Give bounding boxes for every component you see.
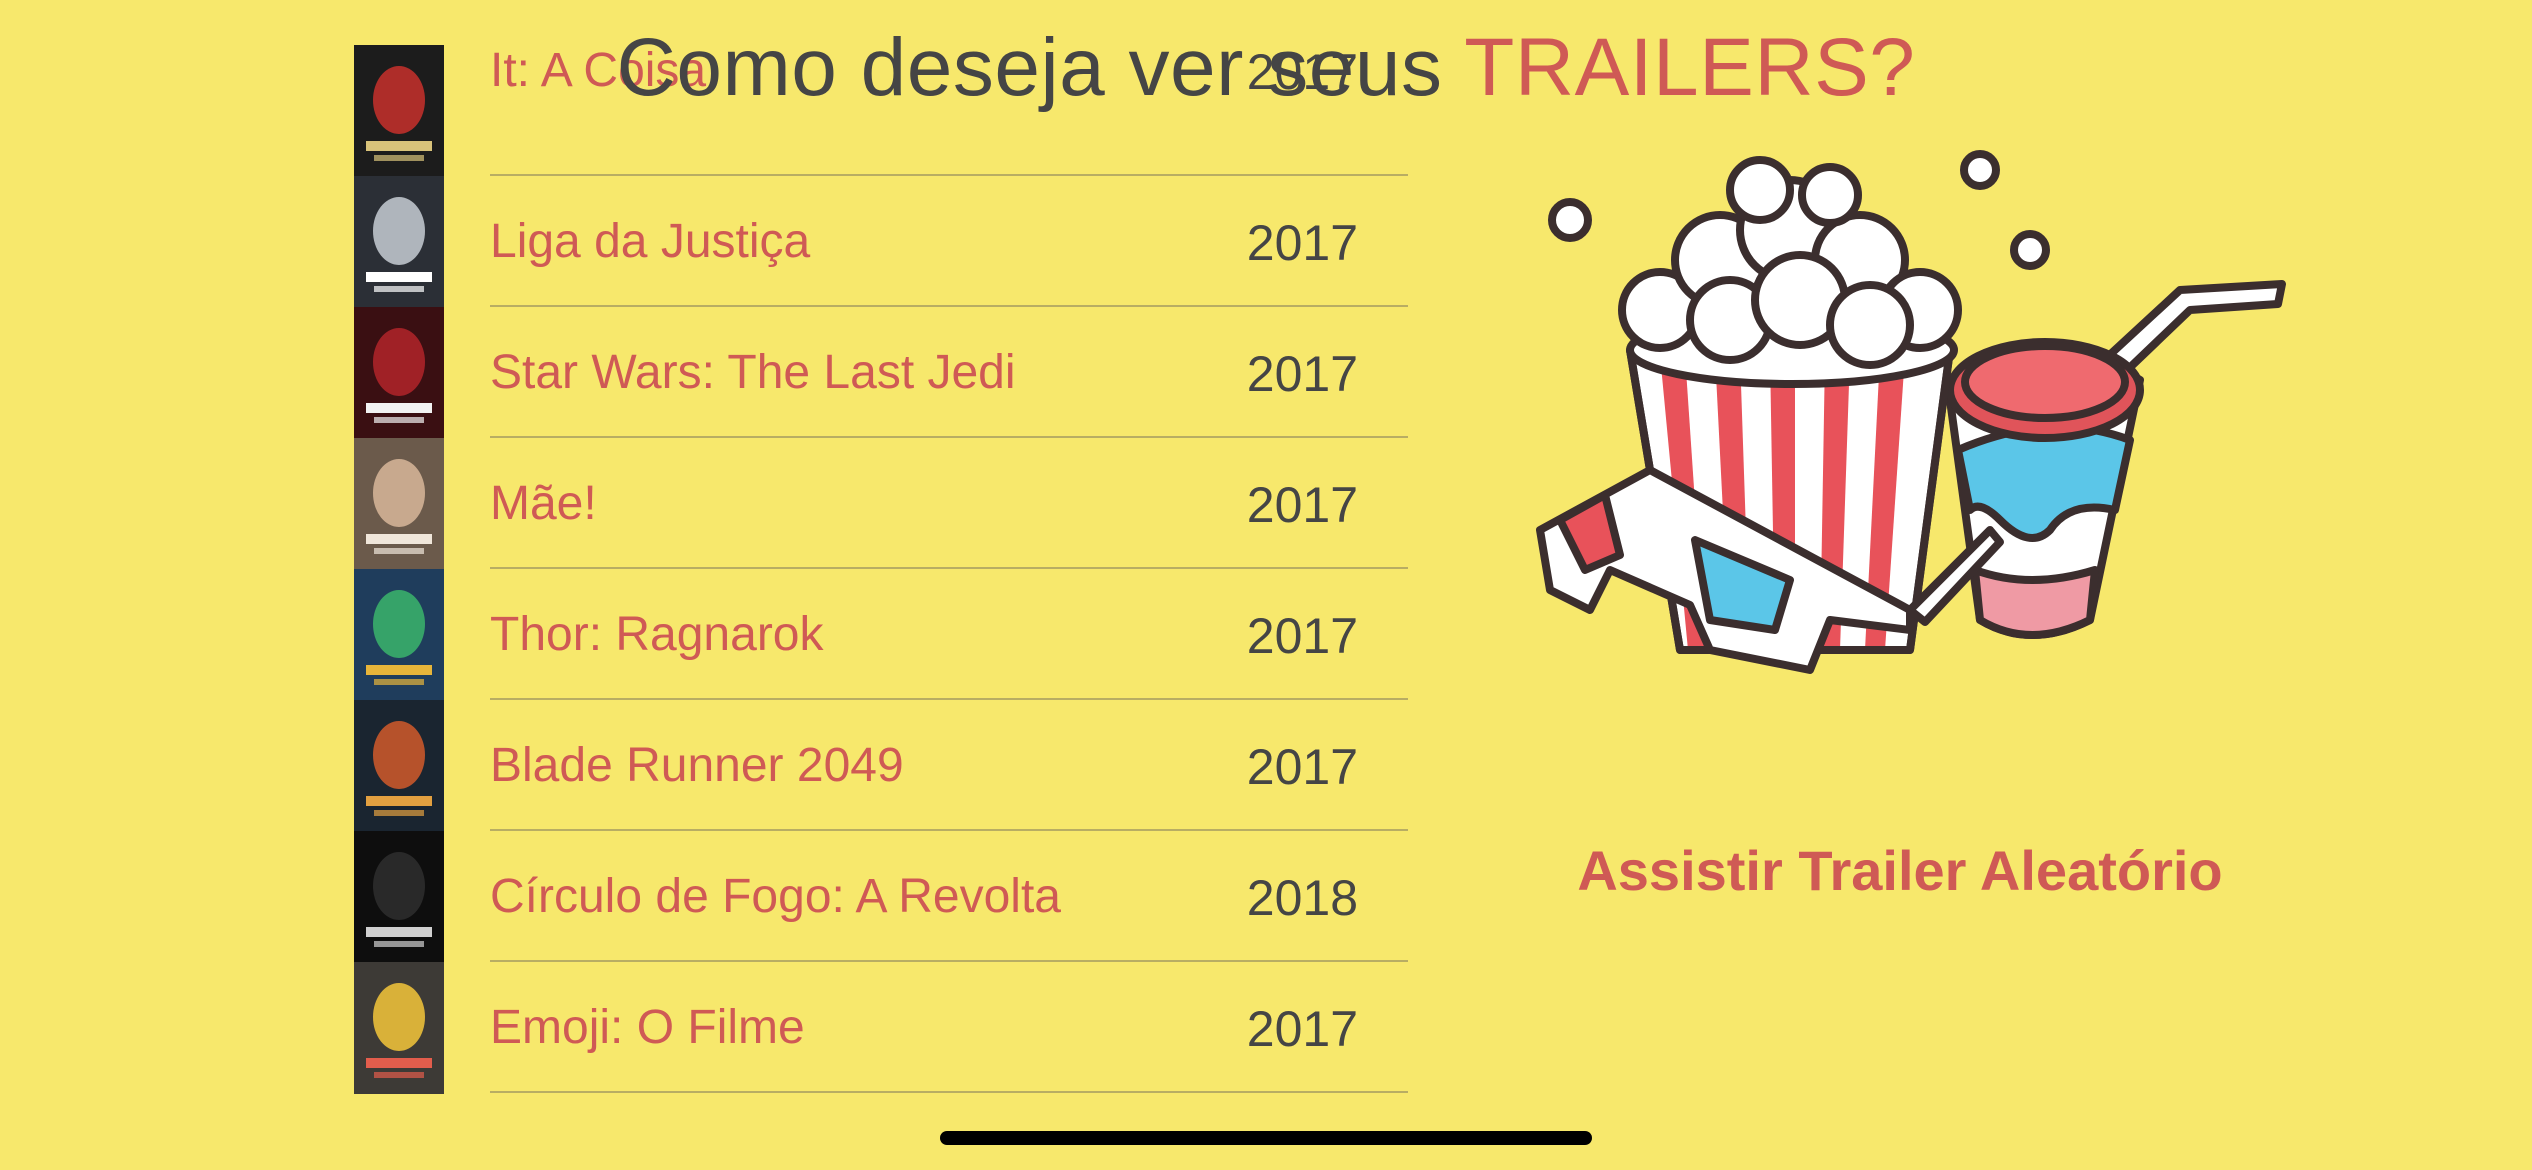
movie-poster <box>354 700 444 832</box>
movie-list[interactable]: It: A Coisa 2017 Liga da Justiça 2017 St… <box>354 44 1408 1094</box>
movie-title: Star Wars: The Last Jedi <box>490 346 1016 399</box>
movie-year: 2017 <box>1246 477 1358 533</box>
movie-title: Thor: Ragnarok <box>490 608 824 661</box>
movie-poster <box>354 176 444 308</box>
movie-year: 2017 <box>1246 346 1358 402</box>
movie-poster <box>354 569 444 701</box>
movie-poster <box>354 307 444 439</box>
movie-title: Círculo de Fogo: A Revolta <box>490 870 1061 923</box>
movie-title: Blade Runner 2049 <box>490 739 904 792</box>
movie-year: 2017 <box>1246 1001 1358 1057</box>
movie-poster <box>354 962 444 1094</box>
movie-year: 2017 <box>1246 608 1358 664</box>
movie-title: Emoji: O Filme <box>490 1001 805 1054</box>
movie-year: 2017 <box>1246 44 1358 100</box>
movie-row[interactable]: Emoji: O Filme 2017 <box>354 962 1408 1094</box>
home-indicator[interactable] <box>940 1131 1592 1145</box>
movie-year: 2018 <box>1246 870 1358 926</box>
movie-row[interactable]: It: A Coisa 2017 <box>354 44 1408 177</box>
popcorn-illustration <box>1530 150 2290 690</box>
movie-title: It: A Coisa <box>490 44 707 97</box>
movie-year: 2017 <box>1246 739 1358 795</box>
row-separator <box>490 1091 1408 1093</box>
page-title-accent: TRAILERS? <box>1464 22 1916 113</box>
movie-poster <box>354 831 444 963</box>
movie-row[interactable]: Star Wars: The Last Jedi 2017 <box>354 307 1408 439</box>
random-trailer-button[interactable]: Assistir Trailer Aleatório <box>1500 838 2300 903</box>
movie-row[interactable]: Círculo de Fogo: A Revolta 2018 <box>354 831 1408 963</box>
movie-poster <box>354 438 444 570</box>
movie-row[interactable]: Thor: Ragnarok 2017 <box>354 569 1408 701</box>
movie-year: 2017 <box>1246 215 1358 271</box>
movie-poster <box>354 45 444 177</box>
movie-row[interactable]: Mãe! 2017 <box>354 438 1408 570</box>
movie-row[interactable]: Blade Runner 2049 2017 <box>354 700 1408 832</box>
movie-title: Liga da Justiça <box>490 215 811 268</box>
movie-row[interactable]: Liga da Justiça 2017 <box>354 176 1408 308</box>
movie-title: Mãe! <box>490 477 597 530</box>
